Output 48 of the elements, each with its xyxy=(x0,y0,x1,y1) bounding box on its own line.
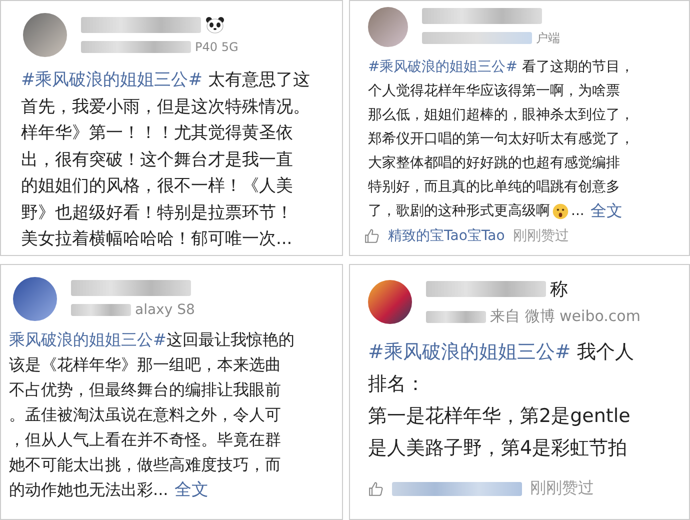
post-text-line: 了，歌剧的这种形式更高级啊 xyxy=(368,202,550,221)
post-text-line: 她不可能太出挑，做些高难度技巧，而 xyxy=(9,454,282,476)
liked-status: 刚刚赞过 xyxy=(530,478,594,499)
avatar-placeholder xyxy=(13,277,57,321)
post-source: 户端 xyxy=(536,30,560,46)
thumbs-up-icon[interactable] xyxy=(368,480,384,496)
post-text-line: 的动作她也无法出彩... xyxy=(9,479,168,501)
hashtag-link[interactable]: 乘风破浪的姐姐三公# xyxy=(9,330,166,349)
user-name[interactable]: 称 xyxy=(550,277,568,301)
hashtag-link[interactable]: #乘风破浪的姐姐三公# xyxy=(21,70,202,90)
blurred-meta xyxy=(71,304,131,316)
post-source: P40 5G xyxy=(195,40,238,54)
liked-status: 刚刚赞过 xyxy=(512,227,569,245)
post-text-line: 个人觉得花样年华应该得第一啊，为啥票 xyxy=(368,82,621,101)
post-text-line: #乘风破浪的姐姐三公# 太有意思了这 xyxy=(21,69,311,92)
post-text-line: #乘风破浪的姐姐三公# 看了这期的节目， xyxy=(368,58,635,77)
thumbs-up-icon[interactable] xyxy=(364,228,380,244)
post-text-line: 不占优势，但最终舞台的编排让我眼前 xyxy=(9,379,282,401)
post-text-line: 第一是花样年华，第2是gentle xyxy=(368,404,632,429)
post-text-line: 郑希仪开口唱的第一句太好听太有感觉了， xyxy=(368,130,635,149)
post-text-line: 的姐姐们的风格，很不一样！《人美 xyxy=(21,175,294,198)
ellipsis-text: ... xyxy=(571,202,584,221)
hashtag-link[interactable]: #乘风破浪的姐姐三公# xyxy=(368,341,571,363)
post-text-line: 出，很有突破！这个舞台才是我一直 xyxy=(21,148,294,172)
post-text-line: 该是《花样年华》那一组吧，本来选曲 xyxy=(9,354,282,376)
post-text-line: 大家整体都唱的好好跳的也超有感觉编排 xyxy=(368,154,621,173)
post-source: alaxy S8 xyxy=(135,302,195,318)
post-text-line: #乘风破浪的姐姐三公# 我个人 xyxy=(368,340,635,365)
post-text-line: 美女拉着横幅哈哈哈！郁可唯一次... xyxy=(21,228,294,251)
full-text-link[interactable]: 全文 xyxy=(590,200,622,222)
avatar-placeholder xyxy=(23,13,67,57)
hashtag-link[interactable]: #乘风破浪的姐姐三公# xyxy=(368,59,518,75)
post-text-line: 排名： xyxy=(368,372,426,397)
blurred-meta xyxy=(426,310,486,322)
avatar-placeholder xyxy=(368,280,412,324)
post-text-line: 特别好，而且真的比单纯的唱跳有创意多 xyxy=(368,178,621,197)
post-text-line: 首先，我爱小雨，但是这次特殊情况。 xyxy=(21,96,311,118)
post-text-line: 样年华》第一！！！尤其觉得黄圣依 xyxy=(21,122,294,145)
post-text-line: 乘风破浪的姐姐三公#这回最让我惊艳的 xyxy=(9,329,296,351)
avatar-placeholder xyxy=(368,7,408,47)
post-text-line: 那么低，姐姐们超棒的，眼神杀太到位了， xyxy=(368,106,635,125)
post-text-line: 是人美路子野，第4是彩虹节拍 xyxy=(368,436,628,461)
post-text-line: ，但从人气上看在并不奇怪。毕竟在群 xyxy=(9,429,282,451)
liker-name[interactable]: 精致的宝Tao宝Tao xyxy=(388,227,505,245)
full-text-link[interactable]: 全文 xyxy=(174,478,208,501)
post-text-line: 野》也超级好看！特别是拉票环节！ xyxy=(21,202,294,224)
post-text-line: 。孟佳被淘汰虽说在意料之外，令人可 xyxy=(9,404,282,426)
post-source: 来自 微博 weibo.com xyxy=(490,307,640,326)
